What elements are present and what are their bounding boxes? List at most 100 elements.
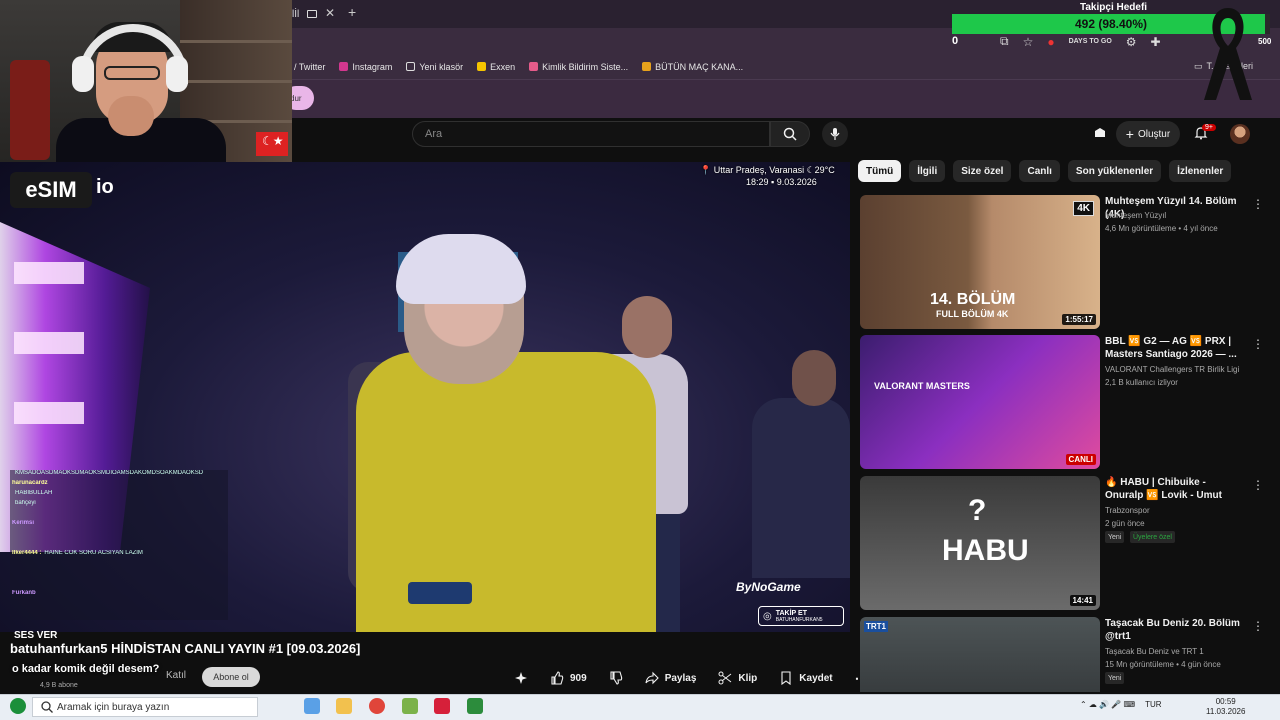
clip-button[interactable]: Klip [712,666,763,690]
bookmark-exxen[interactable]: Exxen [477,62,515,72]
recommendation-item[interactable]: 4K 14. BÖLÜM FULL BÖLÜM 4K 1:55:17 Muhte… [860,195,1272,329]
chat-username: harunacardz [12,480,48,486]
chip-for-you[interactable]: Size özel [953,160,1012,182]
recommendation-thumbnail[interactable]: TRT1 [860,617,1100,692]
bookmark-star-icon[interactable]: ☆ [1023,35,1034,49]
chip-all[interactable]: Tümü [858,160,902,182]
new-badge: Yeni [1105,672,1125,684]
recommendation-channel[interactable]: VALORANT Challengers TR Birlik Ligi [1105,364,1265,375]
chip-watched[interactable]: İzlenenler [1169,160,1232,182]
chat-message [10,610,228,620]
recommendation-item[interactable]: TRT1 Taşacak Bu Deniz 20. Bölüm @trt1 Ta… [860,617,1272,692]
chat-message [10,570,228,580]
webcam-hand [108,96,154,136]
start-button[interactable] [10,698,26,714]
opera-icon[interactable] [434,698,450,714]
chat-message: HABİBULLAH [10,490,228,500]
chip-live[interactable]: Canlı [1019,160,1060,182]
tab-close-icon[interactable]: ✕ [325,6,335,20]
more-vertical-icon[interactable]: ⋮ [1252,619,1264,633]
webcam-ear-left [72,56,94,92]
extension-puzzle-icon[interactable] [1092,125,1108,141]
recommendation-thumbnail[interactable]: 4K 14. BÖLÜM FULL BÖLÜM 4K 1:55:17 [860,195,1100,329]
follower-goal-max: 500 [1258,37,1272,46]
language-indicator[interactable]: TUR [1145,700,1161,709]
whatsapp-icon[interactable] [467,698,483,714]
search-button[interactable] [770,121,810,147]
bookmark-folder[interactable]: Yeni klasör [406,62,463,72]
stream-time-date: 18:29 ▪ 9.03.2026 [746,177,817,187]
recommendation-channel[interactable]: Trabzonspor [1105,505,1265,516]
taskbar-clock[interactable]: 00:59 11.03.2026 [1206,697,1245,717]
chrome-icon[interactable] [369,698,385,714]
exxen-icon [477,62,487,71]
recommendation-meta: 4,6 Mn görüntüleme • 4 yıl önce [1105,224,1218,233]
streamer-webcam [0,0,292,162]
more-vertical-icon[interactable]: ⋮ [1252,478,1264,492]
tray-icons[interactable]: ⌃ ☁ 🔊 🎤 ⌨ [1080,700,1135,709]
new-tab-icon[interactable]: + [348,4,356,20]
recommendation-chips: Tümü İlgili Size özel Canlı Son yüklenen… [858,160,1232,182]
app-icon[interactable] [402,698,418,714]
chat-message [10,560,228,570]
voice-search-button[interactable] [822,121,848,147]
extension-red-icon[interactable]: ● [1047,35,1054,49]
recommendation-thumbnail[interactable]: VALORANT MASTERS CANLI [860,335,1100,469]
puzzle-icon[interactable]: ✚ [1151,35,1161,49]
mic-icon [830,128,840,140]
screenshot-icon[interactable]: ⧉ [1000,34,1009,49]
chat-username: Kerimsı [12,520,35,526]
file-explorer-icon[interactable] [336,698,352,714]
taskbar-search-input[interactable]: Aramak için buraya yazın [32,697,258,717]
bookmark-instagram[interactable]: Instagram [339,62,392,72]
extension-badge[interactable]: DAYS TO GO [1069,38,1112,45]
search-icon [783,127,797,141]
recommendation-item[interactable]: VALORANT MASTERS CANLI BBL 🆚 G2 — AG 🆚 P… [860,335,1272,469]
subscribe-button[interactable]: Abone ol [202,667,260,687]
save-button[interactable]: Kaydet [773,666,838,690]
recommendation-item[interactable]: ? HABU 14:41 🔥 HABU | Chibuike - Onuralp… [860,476,1272,610]
thumbs-up-icon [551,671,564,685]
stream-subtitle: o kadar komik değil desem? [12,663,160,675]
takip-et-overlay: ◎ TAKİP ET BATUHANFURKAN5 [758,606,844,626]
extension-icon[interactable]: ⚙ [1126,35,1137,49]
chat-message: bahçeyi [10,500,228,510]
recommendation-title[interactable]: Taşacak Bu Deniz 20. Bölüm @trt1 [1105,617,1245,643]
dislike-button[interactable] [603,666,629,690]
recommendation-thumbnail[interactable]: ? HABU 14:41 [860,476,1100,610]
chat-message: KMSADOASDMAOKSDMAOKSMDIOAMSDAKOMDSOAKMDA… [10,470,228,480]
recommendation-channel[interactable]: Muhteşem Yüzyıl [1105,210,1265,221]
edge-icon[interactable] [304,698,320,714]
bookmark-kimlik[interactable]: Kimlik Bildirim Siste... [529,62,628,72]
more-vertical-icon[interactable]: ⋮ [1252,337,1264,351]
kimlik-icon [529,62,539,71]
create-button[interactable]: + Oluştur [1116,121,1180,147]
sparkle-button[interactable] [508,666,534,690]
chip-recent[interactable]: Son yüklenenler [1067,160,1162,182]
video-person-right [752,398,850,578]
more-vertical-icon[interactable]: ⋮ [1252,197,1264,211]
chat-message [10,510,228,520]
recommendation-title[interactable]: BBL 🆚 G2 — AG 🆚 PRX | Masters Santiago 2… [1105,335,1245,361]
chat-message [10,540,228,550]
search-icon [41,701,53,713]
recommendation-channel[interactable]: Taşacak Bu Deniz ve TRT 1 [1105,646,1265,657]
bookmark-mac-kanal[interactable]: BÜTÜN MAÇ KANA... [642,62,743,72]
recommendation-meta: 15 Mn görüntüleme • 4 gün önce [1105,660,1221,669]
browser-toolbar-icons: ⧉ ☆ ● DAYS TO GO ⚙ ✚ [1000,34,1161,49]
chat-text: HABİBULLAH [15,490,53,496]
join-button[interactable]: Katıl [166,670,186,681]
chat-username: Ilker4444 : [12,550,42,556]
folder-icon [406,62,416,71]
like-button[interactable]: 909 [544,666,593,690]
sparkle-icon [515,672,527,684]
video-man-yellow-shirt [356,352,656,632]
duration-badge: 14:41 [1069,595,1096,606]
share-button[interactable]: Paylaş [639,666,703,690]
bookmark-twitter[interactable]: / Twitter [294,62,325,72]
webcam-glasses [104,66,160,80]
recommendation-title[interactable]: 🔥 HABU | Chibuike - Onuralp 🆚 Lovik - Um… [1105,476,1245,502]
account-avatar[interactable] [1230,124,1250,144]
search-input[interactable]: Ara [412,121,770,147]
chip-related[interactable]: İlgili [909,160,946,182]
